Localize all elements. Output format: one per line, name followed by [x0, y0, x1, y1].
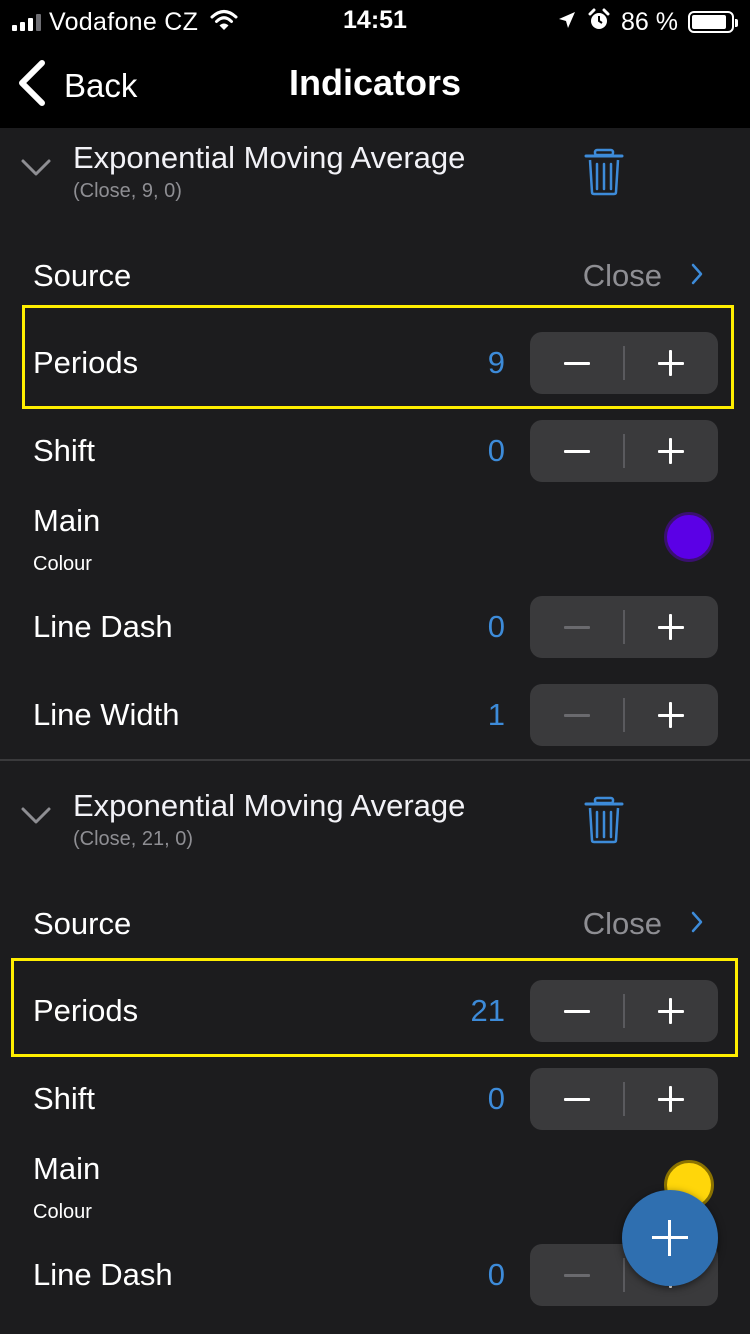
increment-button[interactable] — [624, 596, 718, 658]
source-value: Close — [582, 258, 662, 293]
periods-value: 9 — [487, 345, 505, 380]
minus-icon — [564, 626, 590, 629]
shift-label: Shift — [33, 433, 96, 468]
indicator-header[interactable]: Exponential Moving Average (Close, 9, 0) — [0, 128, 750, 224]
main-label: Main — [33, 503, 101, 538]
line-width-row: Line Width 1 — [0, 671, 750, 759]
periods-value: 21 — [470, 993, 505, 1028]
chevron-right-icon[interactable] — [690, 910, 704, 939]
main-colour-row: Main Colour — [0, 495, 750, 583]
battery-icon — [688, 11, 738, 33]
chevron-left-icon — [16, 60, 46, 111]
status-bar: Vodafone CZ 14:51 86 % — [0, 0, 750, 44]
periods-label: Periods — [33, 345, 139, 380]
minus-icon — [564, 362, 590, 365]
decrement-button[interactable] — [530, 980, 624, 1042]
shift-stepper — [530, 420, 718, 482]
minus-icon — [564, 1010, 590, 1013]
source-row[interactable]: Source Close — [0, 232, 750, 320]
line-dash-row: Line Dash 0 — [0, 583, 750, 671]
source-value: Close — [582, 906, 662, 941]
line-dash-label: Line Dash — [33, 609, 173, 644]
minus-icon — [564, 450, 590, 453]
line-width-value: 1 — [487, 697, 505, 732]
periods-stepper — [530, 332, 718, 394]
main-sub-label: Colour — [33, 553, 92, 575]
trash-icon[interactable] — [584, 148, 624, 201]
main-label: Main — [33, 1151, 101, 1186]
minus-icon — [564, 714, 590, 717]
indicator-header[interactable]: Exponential Moving Average (Close, 21, 0… — [0, 776, 750, 872]
decrement-button[interactable] — [530, 684, 624, 746]
source-label: Source — [33, 258, 132, 293]
decrement-button[interactable] — [530, 1068, 624, 1130]
decrement-button[interactable] — [530, 420, 624, 482]
source-row[interactable]: Source Close — [0, 880, 750, 968]
decrement-button[interactable] — [530, 1244, 624, 1306]
shift-stepper — [530, 1068, 718, 1130]
increment-button[interactable] — [624, 332, 718, 394]
increment-button[interactable] — [624, 420, 718, 482]
decrement-button[interactable] — [530, 596, 624, 658]
shift-value: 0 — [487, 433, 505, 468]
shift-label: Shift — [33, 1081, 96, 1116]
periods-row: Periods 9 — [0, 319, 750, 407]
periods-label: Periods — [33, 993, 139, 1028]
back-button[interactable]: Back — [16, 60, 137, 111]
periods-stepper — [530, 980, 718, 1042]
location-arrow-icon — [557, 10, 577, 35]
indicator-card-1: Exponential Moving Average (Close, 9, 0)… — [0, 128, 750, 760]
line-width-label: Line Width — [33, 697, 180, 732]
colour-swatch[interactable] — [664, 512, 714, 562]
minus-icon — [564, 1098, 590, 1101]
line-dash-label: Line Dash — [33, 1257, 173, 1292]
chevron-down-icon[interactable] — [20, 158, 52, 183]
line-dash-stepper — [530, 596, 718, 658]
indicator-title: Exponential Moving Average — [73, 140, 466, 175]
trash-icon[interactable] — [584, 796, 624, 849]
indicator-params: (Close, 21, 0) — [73, 828, 194, 850]
status-right: 86 % — [557, 7, 738, 37]
battery-percent: 86 % — [621, 7, 678, 36]
main-sub-label: Colour — [33, 1201, 92, 1223]
shift-row: Shift 0 — [0, 1055, 750, 1143]
decrement-button[interactable] — [530, 332, 624, 394]
line-dash-value: 0 — [487, 609, 505, 644]
indicator-title: Exponential Moving Average — [73, 788, 466, 823]
indicator-params: (Close, 9, 0) — [73, 180, 182, 202]
increment-button[interactable] — [624, 980, 718, 1042]
alarm-icon — [587, 8, 611, 37]
navigation-bar: Back Indicators — [0, 44, 750, 128]
source-label: Source — [33, 906, 132, 941]
increment-button[interactable] — [624, 684, 718, 746]
shift-row: Shift 0 — [0, 407, 750, 495]
increment-button[interactable] — [624, 1068, 718, 1130]
back-label: Back — [64, 66, 138, 104]
add-indicator-button[interactable] — [622, 1190, 718, 1286]
section-divider — [0, 759, 750, 761]
chevron-right-icon[interactable] — [690, 262, 704, 291]
line-dash-value: 0 — [487, 1257, 505, 1292]
periods-row: Periods 21 — [0, 967, 750, 1055]
shift-value: 0 — [487, 1081, 505, 1116]
minus-icon — [564, 1274, 590, 1277]
line-width-stepper — [530, 684, 718, 746]
chevron-down-icon[interactable] — [20, 806, 52, 831]
